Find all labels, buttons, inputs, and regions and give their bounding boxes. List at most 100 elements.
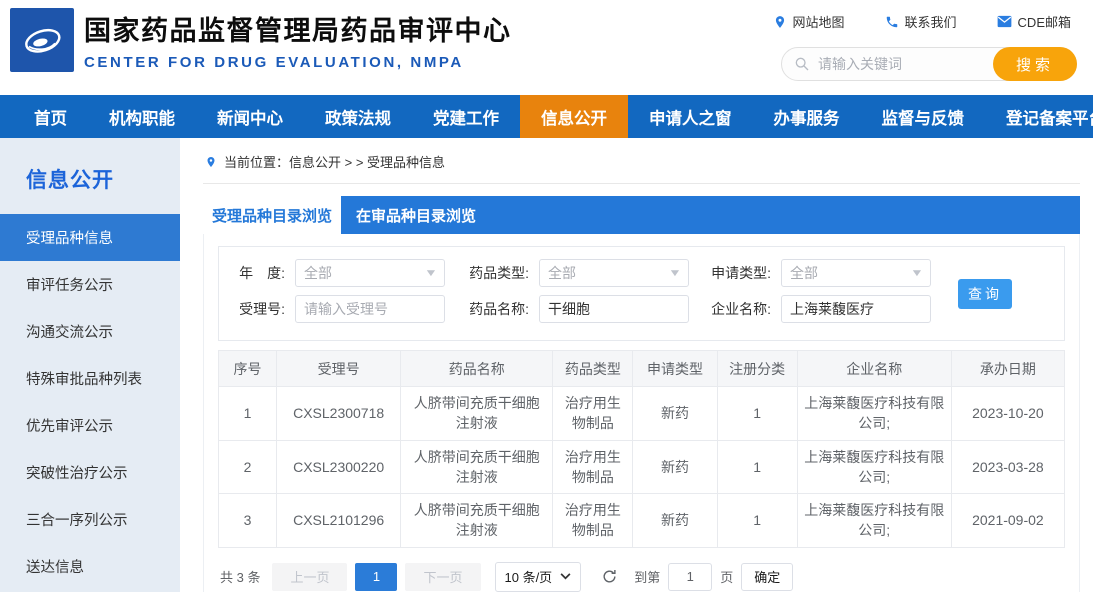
col-acceptance-no: 受理号	[277, 351, 401, 387]
year-select[interactable]: 全部 ▼	[295, 259, 445, 287]
utility-links: 网站地图 联系我们 CDE邮箱	[773, 12, 1071, 31]
cell-acceptance-no: CXSL2300220	[277, 440, 401, 494]
nav-item-home[interactable]: 首页	[13, 95, 88, 138]
main-nav: 首页 机构职能 新闻中心 政策法规 党建工作 信息公开 申请人之窗 办事服务 监…	[0, 95, 1093, 138]
col-apply-type: 申请类型	[633, 351, 717, 387]
col-date: 承办日期	[951, 351, 1064, 387]
cde-logo	[10, 8, 74, 72]
nav-item-services[interactable]: 办事服务	[753, 95, 861, 138]
cell-drug-type: 治疗用生物制品	[553, 440, 633, 494]
filter-box: 年 度: 全部 ▼ 药品类型: 全部 ▼ 申请类型: 全部 ▼	[218, 246, 1065, 341]
page-size-select[interactable]: 10 条/页	[495, 562, 582, 592]
cell-date: 2023-03-28	[951, 440, 1064, 494]
col-drug-type: 药品类型	[553, 351, 633, 387]
acceptance-no-label: 受理号:	[229, 299, 295, 319]
search-button[interactable]: 搜索	[993, 47, 1077, 81]
breadcrumb-text: 当前位置：信息公开 > > 受理品种信息	[224, 152, 445, 171]
contact-link[interactable]: 联系我们	[885, 12, 957, 31]
search-input[interactable]	[818, 56, 978, 72]
site-title: 国家药品监督管理局药品审评中心	[84, 9, 512, 48]
drug-name-label: 药品名称:	[459, 299, 539, 319]
cell-reg-class: 1	[717, 440, 797, 494]
year-label: 年 度:	[229, 263, 295, 283]
cell-apply-type: 新药	[633, 387, 717, 441]
main-area: 信息公开 受理品种信息 审评任务公示 沟通交流公示 特殊审批品种列表 优先审评公…	[0, 138, 1093, 592]
cell-company: 上海莱馥医疗科技有限公司;	[797, 440, 951, 494]
title-block: 国家药品监督管理局药品审评中心 CENTER FOR DRUG EVALUATI…	[84, 9, 512, 71]
query-button[interactable]: 查询	[958, 279, 1012, 309]
acceptance-no-field-wrap	[295, 295, 445, 323]
prev-page-button[interactable]: 上一页	[272, 563, 347, 591]
nav-item-party[interactable]: 党建工作	[412, 95, 520, 138]
table-row: 2 CXSL2300220 人脐带间充质干细胞注射液 治疗用生物制品 新药 1 …	[219, 440, 1065, 494]
tab-under-review-catalog[interactable]: 在审品种目录浏览	[341, 196, 491, 234]
nav-item-policy[interactable]: 政策法规	[304, 95, 412, 138]
cell-reg-class: 1	[717, 387, 797, 441]
drug-type-select-value: 全部	[548, 263, 576, 283]
cell-reg-class: 1	[717, 494, 797, 548]
content-panel: 年 度: 全部 ▼ 药品类型: 全部 ▼ 申请类型: 全部 ▼	[203, 234, 1080, 592]
chevron-down-icon: ▼	[424, 268, 438, 279]
cell-company: 上海莱馥医疗科技有限公司;	[797, 387, 951, 441]
apply-type-select[interactable]: 全部 ▼	[781, 259, 931, 287]
sidebar-item-three-in-one[interactable]: 三合一序列公示	[0, 496, 180, 543]
search-bar: 搜索	[781, 47, 1077, 81]
table-row: 3 CXSL2101296 人脐带间充质干细胞注射液 治疗用生物制品 新药 1 …	[219, 494, 1065, 548]
goto-label: 到第	[634, 567, 660, 586]
tab-accepted-catalog[interactable]: 受理品种目录浏览	[203, 196, 341, 234]
total-count: 共 3 条	[220, 567, 260, 586]
sidebar-item-review-tasks[interactable]: 审评任务公示	[0, 261, 180, 308]
cell-acceptance-no: CXSL2101296	[277, 494, 401, 548]
page-1-button[interactable]: 1	[355, 563, 397, 591]
year-select-value: 全部	[304, 263, 332, 283]
col-seq: 序号	[219, 351, 277, 387]
nav-item-news[interactable]: 新闻中心	[196, 95, 304, 138]
cell-seq: 2	[219, 440, 277, 494]
sidebar-item-priority-review[interactable]: 优先审评公示	[0, 402, 180, 449]
cell-drug-name: 人脐带间充质干细胞注射液	[401, 440, 553, 494]
cell-date: 2021-09-02	[951, 494, 1064, 548]
sidebar: 信息公开 受理品种信息 审评任务公示 沟通交流公示 特殊审批品种列表 优先审评公…	[0, 138, 180, 592]
refresh-icon[interactable]	[601, 568, 618, 585]
sidebar-item-delivery-info[interactable]: 送达信息	[0, 543, 180, 590]
apply-type-label: 申请类型:	[701, 263, 781, 283]
sitemap-link[interactable]: 网站地图	[773, 12, 845, 31]
sidebar-item-communication[interactable]: 沟通交流公示	[0, 308, 180, 355]
sidebar-item-special-approval[interactable]: 特殊审批品种列表	[0, 355, 180, 402]
nav-item-functions[interactable]: 机构职能	[88, 95, 196, 138]
envelope-icon	[997, 15, 1012, 28]
confirm-button[interactable]: 确定	[741, 563, 793, 591]
swan-logo-icon	[16, 14, 68, 66]
nav-item-supervision[interactable]: 监督与反馈	[861, 95, 986, 138]
chevron-down-icon	[560, 573, 571, 580]
mail-link[interactable]: CDE邮箱	[997, 12, 1071, 31]
nav-item-registration-platform[interactable]: 登记备案平台	[985, 95, 1093, 138]
site-header: 国家药品监督管理局药品审评中心 CENTER FOR DRUG EVALUATI…	[0, 0, 1093, 95]
company-input[interactable]	[790, 301, 922, 317]
acceptance-no-input[interactable]	[304, 301, 436, 317]
cell-date: 2023-10-20	[951, 387, 1064, 441]
apply-type-select-value: 全部	[790, 263, 818, 283]
pagination: 共 3 条 上一页 1 下一页 10 条/页 到第	[220, 562, 1063, 592]
contact-label: 联系我们	[905, 12, 957, 31]
goto-page-input[interactable]	[668, 563, 712, 591]
table-row: 1 CXSL2300718 人脐带间充质干细胞注射液 治疗用生物制品 新药 1 …	[219, 387, 1065, 441]
content-area: 当前位置：信息公开 > > 受理品种信息 受理品种目录浏览 在审品种目录浏览 年…	[180, 138, 1093, 592]
drug-name-input[interactable]	[548, 301, 680, 317]
col-reg-class: 注册分类	[717, 351, 797, 387]
col-company: 企业名称	[797, 351, 951, 387]
next-page-button[interactable]: 下一页	[405, 563, 480, 591]
sidebar-item-accepted-varieties[interactable]: 受理品种信息	[0, 214, 180, 261]
nav-item-applicant[interactable]: 申请人之窗	[628, 95, 753, 138]
sidebar-item-breakthrough-therapy[interactable]: 突破性治疗公示	[0, 449, 180, 496]
cell-apply-type: 新药	[633, 494, 717, 548]
col-drug-name: 药品名称	[401, 351, 553, 387]
location-pin-icon	[773, 15, 787, 29]
cell-drug-name: 人脐带间充质干细胞注射液	[401, 387, 553, 441]
cell-drug-name: 人脐带间充质干细胞注射液	[401, 494, 553, 548]
nav-item-info-disclosure[interactable]: 信息公开	[520, 95, 628, 138]
drug-type-select[interactable]: 全部 ▼	[539, 259, 689, 287]
site-subtitle: CENTER FOR DRUG EVALUATION, NMPA	[84, 54, 512, 71]
chevron-down-icon: ▼	[668, 268, 682, 279]
sidebar-title: 信息公开	[0, 138, 180, 214]
